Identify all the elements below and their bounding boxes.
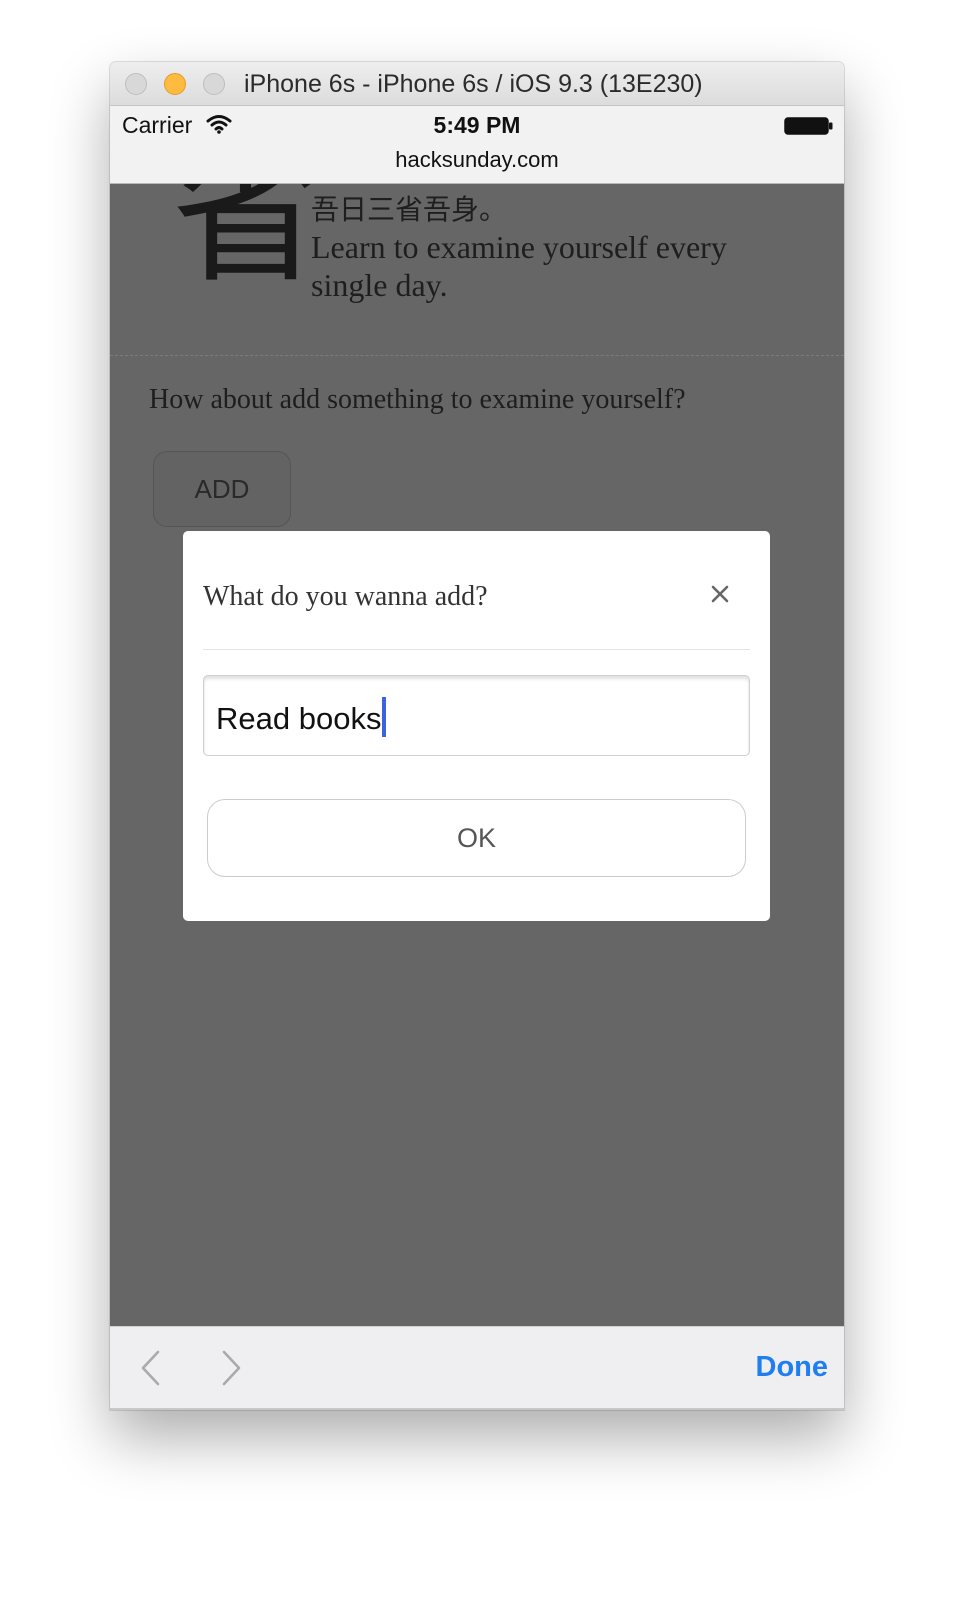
quote-chinese: 吾日三省吾身。 xyxy=(311,193,508,226)
page-content: 省 吾日三省吾身。 Learn to examine yourself ever… xyxy=(110,184,844,1326)
add-prompt-text: How about add something to examine yours… xyxy=(149,384,686,415)
zoom-window-button[interactable] xyxy=(203,73,225,95)
input-value-wrapper: Read books xyxy=(216,697,387,737)
title-bar: iPhone 6s - iPhone 6s / iOS 9.3 (13E230) xyxy=(110,62,844,106)
section-divider xyxy=(110,355,844,356)
minimize-window-button[interactable] xyxy=(164,73,186,95)
add-item-modal: What do you wanna add? Read books OK xyxy=(183,531,770,921)
simulator-window: iPhone 6s - iPhone 6s / iOS 9.3 (13E230)… xyxy=(110,62,844,1410)
modal-divider xyxy=(203,649,750,650)
chevron-left-icon[interactable] xyxy=(138,1349,162,1387)
url-label[interactable]: hacksunday.com xyxy=(110,147,844,173)
ok-button[interactable]: OK xyxy=(207,799,746,877)
text-caret xyxy=(382,697,387,737)
input-value: Read books xyxy=(216,701,382,736)
close-icon[interactable] xyxy=(707,581,733,607)
modal-title: What do you wanna add? xyxy=(203,581,488,612)
close-window-button[interactable] xyxy=(125,73,147,95)
status-time: 5:49 PM xyxy=(433,112,521,138)
battery-icon xyxy=(784,117,833,135)
keyboard-accessory-toolbar: Done xyxy=(110,1326,844,1410)
hero-character: 省 xyxy=(172,184,323,304)
add-button[interactable]: ADD xyxy=(153,451,291,527)
chevron-right-icon[interactable] xyxy=(220,1349,244,1387)
done-button[interactable]: Done xyxy=(756,1351,829,1384)
status-bar: Carrier 5:49 PM hacksunday.com xyxy=(110,106,844,184)
item-text-input[interactable]: Read books xyxy=(203,675,750,756)
quote-english: Learn to examine yourself every single d… xyxy=(311,229,727,303)
window-title: iPhone 6s - iPhone 6s / iOS 9.3 (13E230) xyxy=(244,70,703,98)
